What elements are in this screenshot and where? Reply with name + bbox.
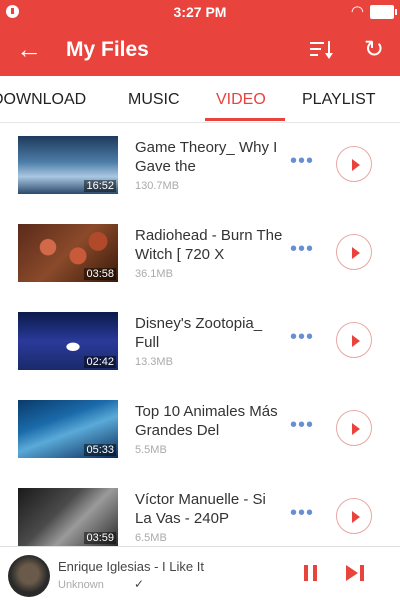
mini-player[interactable]: Enrique Iglesias - I Like It Unknown ✓: [0, 546, 400, 601]
list-item[interactable]: 16:52 Game Theory_ Why I Gave the 130.7M…: [0, 122, 400, 210]
video-size: 13.3MB: [135, 356, 173, 368]
video-thumbnail[interactable]: 03:59: [18, 488, 118, 546]
battery-icon: [370, 5, 397, 19]
now-playing-title: Enrique Iglesias - I Like It: [58, 559, 204, 574]
more-options-icon[interactable]: •••: [290, 150, 314, 173]
status-time: 3:27 PM: [173, 4, 227, 20]
video-title: Disney's Zootopia_ Full: [135, 315, 263, 351]
tab-bar: DOWNLOAD MUSIC VIDEO PLAYLIST: [0, 76, 400, 123]
video-thumbnail[interactable]: 05:33: [18, 400, 118, 458]
more-options-icon[interactable]: •••: [290, 414, 314, 437]
video-size: 6.5MB: [135, 532, 167, 544]
more-options-icon[interactable]: •••: [290, 502, 314, 525]
video-title: Víctor Manuelle - Si La Vas - 240P: [135, 491, 266, 527]
video-thumbnail[interactable]: 02:42: [18, 312, 118, 370]
video-size: 130.7MB: [135, 180, 180, 192]
play-button-icon[interactable]: [336, 498, 372, 534]
more-options-icon[interactable]: •••: [290, 238, 314, 261]
back-arrow-icon[interactable]: ←: [16, 34, 42, 64]
video-title: Game Theory_ Why I Gave the: [135, 139, 278, 175]
tab-music[interactable]: MUSIC: [128, 91, 180, 109]
list-item[interactable]: 05:33 Top 10 Animales Más Grandes Del 5.…: [0, 386, 400, 474]
more-options-icon[interactable]: •••: [290, 326, 314, 349]
play-button-icon[interactable]: [336, 410, 372, 446]
video-title: Radiohead - Burn The Witch [ 720 X: [135, 227, 283, 263]
now-playing-artist: Unknown: [58, 579, 104, 591]
play-button-icon[interactable]: [336, 322, 372, 358]
video-thumbnail[interactable]: 03:58: [18, 224, 118, 282]
check-icon: ✓: [134, 577, 145, 591]
wifi-icon: ◠: [350, 3, 364, 20]
video-title: Top 10 Animales Más Grandes Del: [135, 403, 278, 439]
tab-indicator: [205, 118, 285, 121]
sort-icon[interactable]: [310, 39, 334, 61]
pause-icon[interactable]: [304, 565, 318, 581]
play-button-icon[interactable]: [336, 234, 372, 270]
album-art[interactable]: [8, 555, 50, 597]
status-bar: 3:27 PM ◠: [0, 0, 400, 24]
tab-playlist[interactable]: PLAYLIST: [302, 91, 376, 109]
video-duration: 03:58: [84, 268, 116, 280]
skip-next-icon[interactable]: [346, 565, 368, 581]
list-item[interactable]: 03:58 Radiohead - Burn The Witch [ 720 X…: [0, 210, 400, 298]
video-duration: 02:42: [84, 356, 116, 368]
refresh-icon[interactable]: ↻: [364, 36, 384, 64]
video-thumbnail[interactable]: 16:52: [18, 136, 118, 194]
tab-download[interactable]: DOWNLOAD: [0, 91, 86, 109]
video-list[interactable]: 16:52 Game Theory_ Why I Gave the 130.7M…: [0, 122, 400, 546]
list-item[interactable]: 02:42 Disney's Zootopia_ Full 13.3MB •••: [0, 298, 400, 386]
play-button-icon[interactable]: [336, 146, 372, 182]
app-bar: ← My Files ↻: [0, 24, 400, 76]
video-duration: 03:59: [84, 532, 116, 544]
page-title: My Files: [66, 38, 149, 61]
video-size: 36.1MB: [135, 268, 173, 280]
video-duration: 16:52: [84, 180, 116, 192]
list-item[interactable]: 03:59 Víctor Manuelle - Si La Vas - 240P…: [0, 474, 400, 546]
video-size: 5.5MB: [135, 444, 167, 456]
video-duration: 05:33: [84, 444, 116, 456]
tab-video[interactable]: VIDEO: [216, 91, 266, 109]
